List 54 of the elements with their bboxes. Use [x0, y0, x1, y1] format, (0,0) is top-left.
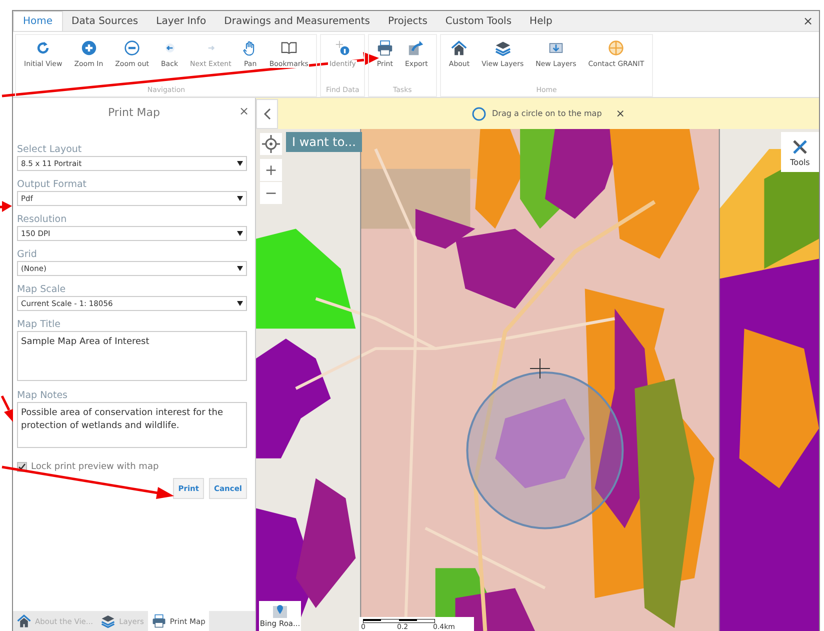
dropdown-arrow-icon — [237, 266, 243, 271]
layers-icon — [101, 614, 116, 628]
dropdown-arrow-icon — [237, 301, 243, 306]
zoom-in-button[interactable]: + — [260, 159, 282, 181]
layers-plus-icon — [548, 40, 564, 56]
dropdown-arrow-icon — [237, 196, 243, 201]
export-icon — [408, 40, 424, 56]
map-pin-icon — [272, 603, 288, 619]
ribbon-tab[interactable]: Layer Info — [147, 11, 216, 31]
checkbox-label: Lock print preview with map — [31, 462, 159, 472]
dropdown-arrow-icon — [237, 161, 243, 166]
banner-text: Drag a circle on to the map — [492, 109, 602, 118]
book-icon — [280, 40, 297, 56]
annotation-arrow — [0, 201, 12, 212]
field-label: Map Scale — [17, 284, 67, 295]
identify-icon — [334, 40, 351, 56]
crosshair-icon — [530, 358, 550, 379]
ribbon-tab[interactable]: Projects — [378, 11, 436, 31]
close-button[interactable]: × — [238, 104, 249, 118]
field-label: Resolution — [17, 214, 68, 225]
chevron-left-icon — [263, 108, 271, 120]
collapse-button[interactable] — [256, 98, 278, 128]
house-icon — [451, 40, 468, 56]
circle-icon — [472, 106, 486, 120]
annotation-arrow — [0, 395, 13, 422]
field-label: Map Title — [17, 319, 62, 330]
ribbon-tab[interactable]: Help — [520, 11, 562, 31]
ribbon-tab[interactable]: Drawings and Measurements — [215, 11, 379, 31]
tools-button[interactable]: Tools — [781, 132, 819, 172]
printer-icon — [152, 614, 166, 628]
text-area[interactable]: Possible area of conservation interest for the protection of wetlands and wildlife. — [17, 402, 247, 448]
house-icon — [17, 614, 31, 628]
field-label: Select Layout — [17, 144, 83, 155]
field-label: Output Format — [17, 179, 88, 190]
panel-title: Print Map — [108, 106, 160, 119]
zoom-in-icon — [80, 40, 97, 56]
zoom-out-icon — [124, 40, 140, 56]
close-button[interactable]: × — [616, 107, 625, 120]
i-want-to-button[interactable]: I want to... — [286, 132, 362, 152]
layers-icon — [494, 40, 511, 56]
field-label: Grid — [17, 249, 38, 260]
refresh-icon — [35, 40, 52, 56]
compass-icon — [608, 40, 624, 56]
ribbon-tab[interactable]: Custom Tools — [436, 11, 521, 31]
ribbon-tab[interactable]: Home — [13, 11, 63, 31]
close-button[interactable]: × — [796, 14, 819, 28]
locate-button[interactable] — [260, 133, 282, 155]
field-label: Map Notes — [17, 390, 69, 401]
zoom-out-button[interactable]: − — [260, 182, 282, 204]
crosshair-target-icon — [262, 135, 280, 153]
ribbon-tab[interactable]: Data Sources — [62, 11, 148, 31]
dropdown-arrow-icon — [237, 231, 243, 236]
text-area[interactable]: Sample Map Area of Interest — [17, 331, 247, 381]
printer-icon — [376, 40, 393, 56]
